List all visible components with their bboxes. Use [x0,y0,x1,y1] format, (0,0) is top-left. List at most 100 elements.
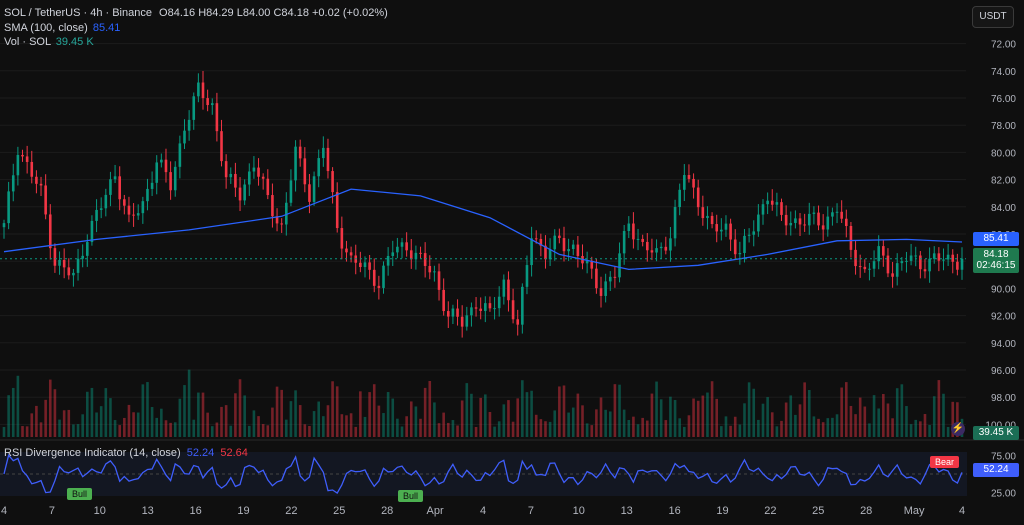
chart-canvas[interactable]: 100.0098.0096.0094.0092.0090.0088.0086.0… [0,0,1024,520]
candle-body [372,269,376,286]
volume-bar [571,407,575,437]
currency-button[interactable]: USDT [972,6,1014,28]
candle-body [326,147,330,172]
volume-bar [312,411,316,437]
candle-body [807,213,811,226]
candle-body [229,173,233,178]
volume-bar [123,417,126,437]
volume-bar [821,422,825,437]
price-tick: 80.00 [991,148,1016,159]
volume-bar [303,424,307,437]
candle-body [67,267,71,276]
candle-body [789,222,793,226]
candle-body [599,288,603,296]
time-tick: 22 [285,505,297,517]
volume-bar [335,386,339,437]
time-tick: 7 [528,505,534,517]
volume-bar [715,398,719,437]
candle-body [659,246,663,249]
candle-body [146,188,149,202]
candle-body [900,261,904,264]
bear-tag: Bear [930,456,960,468]
volume-bar [664,420,668,437]
price-tick: 78.00 [991,121,1016,132]
volume-bar [257,416,260,437]
volume-legend[interactable]: Vol · SOL 39.45 K [4,35,94,49]
volume-bar [442,412,445,437]
candle-body [451,308,455,317]
candle-body [2,223,6,228]
time-tick: 10 [94,505,106,517]
price-badge: 84.18 02:46:15 [973,248,1019,273]
time-tick: 10 [573,505,585,517]
volume-bar [669,396,672,437]
candle-body [109,179,112,195]
volume-bar [192,419,196,437]
candle-body [757,214,760,232]
chart-stage[interactable]: 100.0098.0096.0094.0092.0090.0088.0086.0… [0,0,1024,520]
rsi-tick: 75.00 [991,452,1016,463]
candle-body [766,200,769,205]
candle-body [173,166,177,191]
candle-body [317,158,321,177]
lightning-icon[interactable]: ⚡ [951,422,965,436]
candle-body [831,212,834,217]
candle-body [303,158,307,185]
candle-body [405,242,408,251]
price-badge-value: 84.18 [983,249,1009,260]
candle-body [99,208,103,210]
volume-bar [747,382,751,437]
candle-body [909,255,913,261]
price-tick: 90.00 [991,284,1016,295]
candle-body [48,214,52,249]
candle-body [669,238,672,251]
candle-body [905,260,908,262]
sma-legend[interactable]: SMA (100, close) 85.41 [4,21,120,35]
candle-body [645,241,649,251]
volume-bar [363,416,367,437]
candle-body [113,176,117,180]
volume-bar [141,384,145,437]
time-axis: 4 7 10 13 16 19 22 25 28 Apr 4 7 10 13 16 19 22 25 28 May 4 [1,505,965,517]
price-tick: 98.00 [991,393,1016,404]
volume-bar [382,413,385,437]
candle-body [238,187,242,201]
candle-body [942,259,945,261]
time-tick: 22 [764,505,776,517]
volume-bar [729,425,732,437]
volume-bar [534,414,538,437]
rsi-badge: 52.24 [973,463,1019,477]
candle-body [604,281,607,296]
symbol-label[interactable]: SOL / TetherUS · 4h · Binance [4,7,152,19]
volume-bar [553,410,557,437]
candle-body [868,268,871,270]
volume-bar [173,422,177,437]
volume-bar [76,424,80,437]
candle-body [655,248,658,253]
volume-bar [937,380,941,437]
volume-bar [516,398,520,437]
rsi-legend[interactable]: RSI Divergence Indicator (14, close) 52.… [4,446,248,460]
candle-body [571,244,575,250]
time-tick: 13 [621,505,633,517]
volume-bar [743,403,746,437]
candle-body [743,235,746,254]
candle-body [502,279,506,297]
candle-body [201,82,205,99]
candle-body [886,255,890,274]
candle-body [132,214,135,216]
candle-body [433,271,436,273]
high-value: 84.29 [206,7,234,19]
volume-bar [437,423,441,437]
volume-bar [766,397,769,437]
rsi-value-1: 52.24 [186,447,215,459]
candle-body [456,308,459,317]
volume-bar [696,400,700,437]
candle-body [169,172,172,191]
candle-body [11,175,15,192]
bull-tag-2: Bull [398,490,424,502]
volume-bar [683,426,686,437]
candle-body [770,200,774,205]
volume-bar [150,407,154,437]
volume-bar [39,422,43,437]
